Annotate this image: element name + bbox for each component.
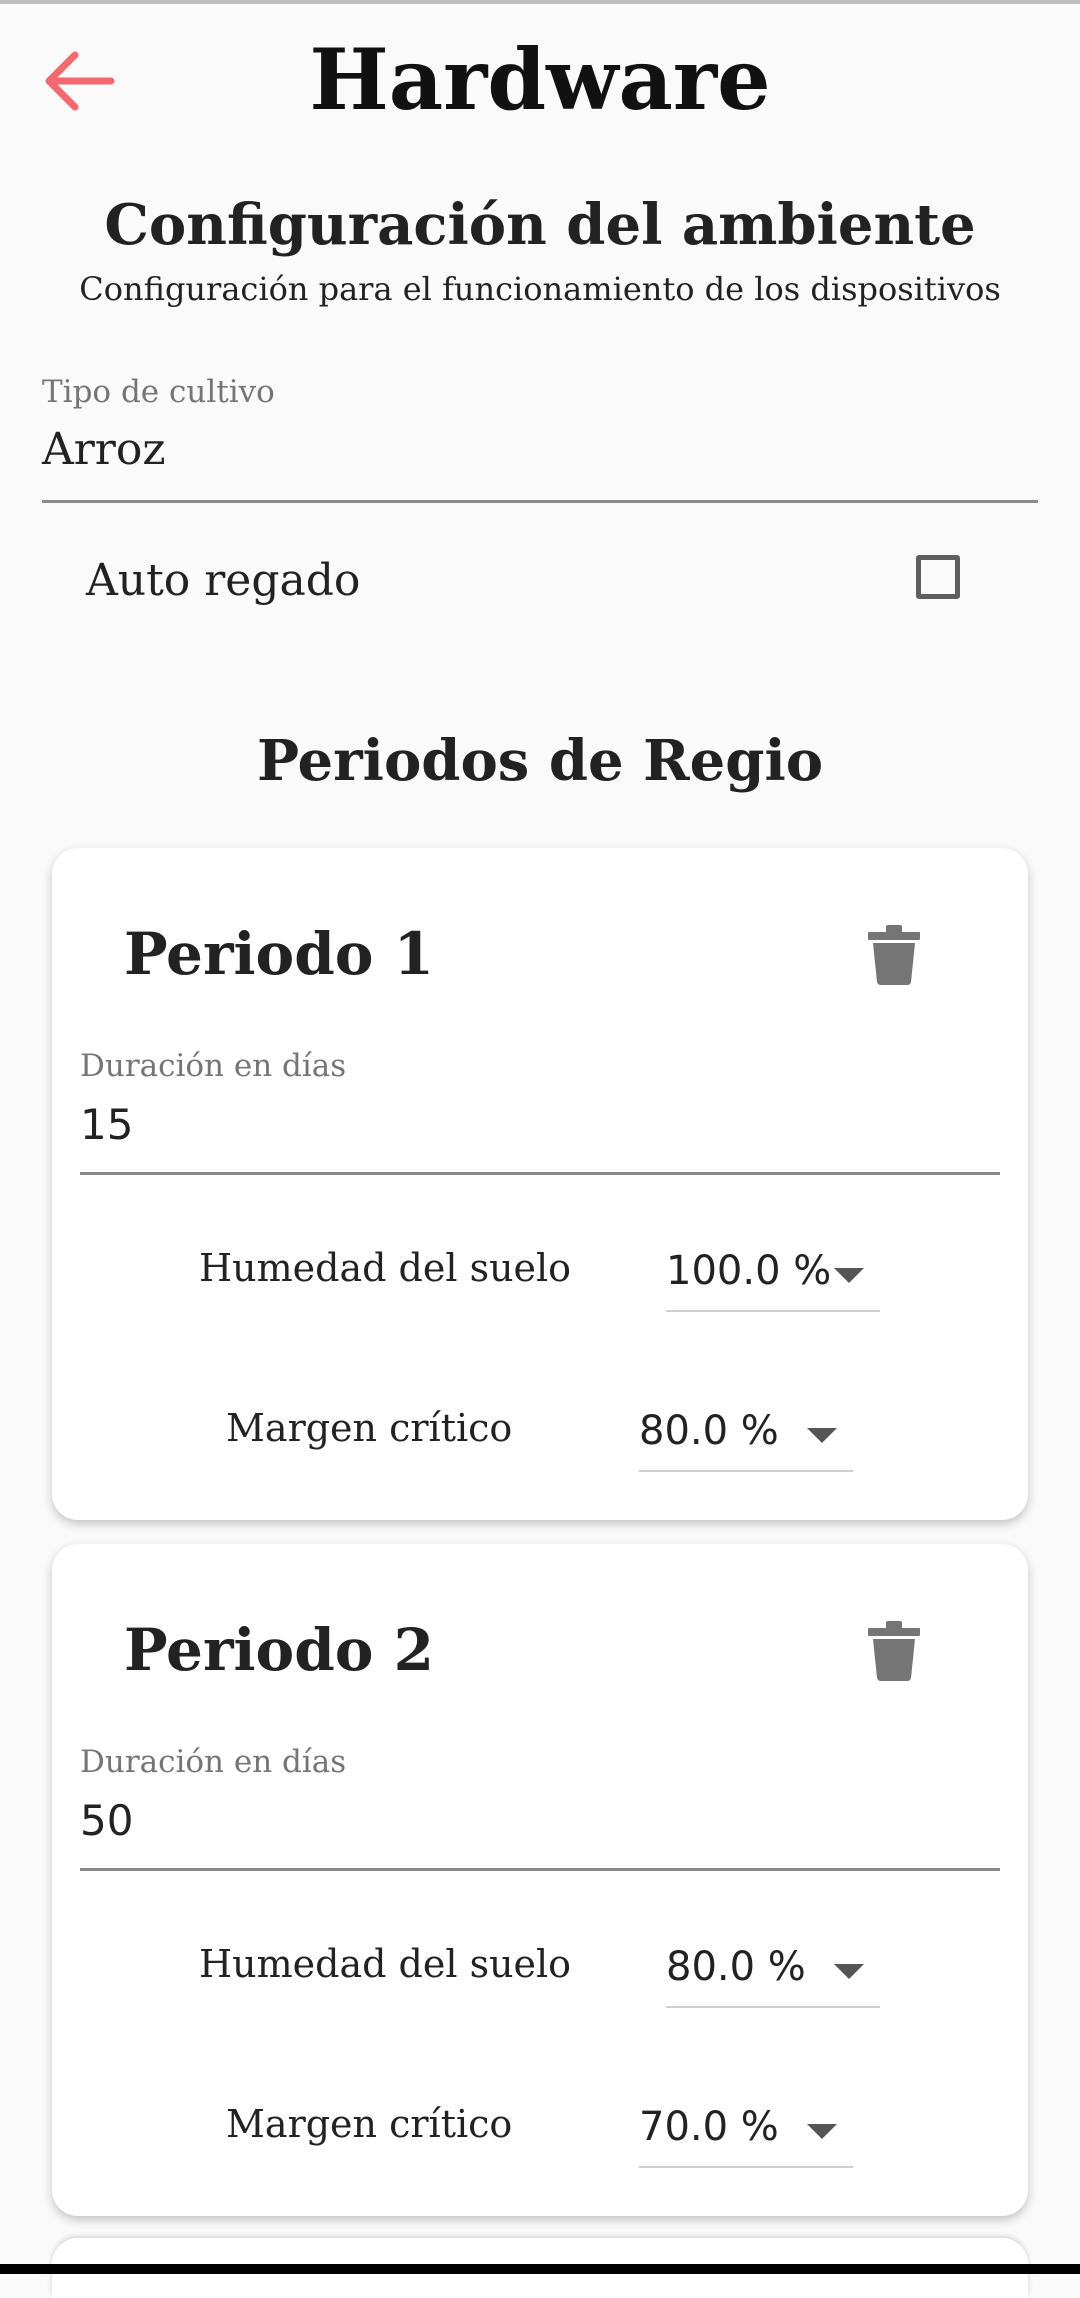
margin-dropdown[interactable]: 70.0 %	[639, 2096, 853, 2168]
duration-input[interactable]: 15	[80, 1100, 133, 1149]
margin-label: Margen crítico	[226, 2102, 513, 2146]
margin-value: 80.0 %	[639, 1408, 779, 1454]
auto-irrigation-label: Auto regado	[86, 555, 361, 606]
periods-title: Periodos de Regio	[256, 728, 824, 794]
auto-irrigation-checkbox[interactable]	[916, 555, 960, 599]
period-card: Periodo 2 Duración en días 50 Humedad de…	[52, 1544, 1028, 2216]
dropdown-arrow-icon	[834, 1268, 864, 1283]
duration-underline	[80, 1868, 1000, 1871]
section-title: Configuración del ambiente	[104, 192, 976, 258]
trash-icon	[868, 925, 920, 985]
margin-label: Margen crítico	[226, 1406, 513, 1450]
humidity-label: Humedad del suelo	[199, 1942, 572, 1986]
duration-label: Duración en días	[80, 1744, 347, 1780]
humidity-value: 100.0 %	[666, 1248, 832, 1294]
period-card: Periodo 1 Duración en días 15 Humedad de…	[52, 848, 1028, 1520]
dropdown-arrow-icon	[834, 1964, 864, 1979]
dropdown-arrow-icon	[807, 2124, 837, 2139]
humidity-label: Humedad del suelo	[199, 1246, 572, 1290]
period-title: Periodo 2	[124, 1616, 435, 1684]
dropdown-arrow-icon	[807, 1428, 837, 1443]
humidity-value: 80.0 %	[666, 1944, 806, 1990]
navigation-bar	[0, 2264, 1080, 2274]
duration-input[interactable]: 50	[80, 1796, 133, 1845]
crop-type-value[interactable]: Arroz	[42, 424, 166, 475]
duration-label: Duración en días	[80, 1048, 347, 1084]
margin-dropdown[interactable]: 80.0 %	[639, 1400, 853, 1472]
crop-type-label: Tipo de cultivo	[42, 374, 275, 410]
margin-value: 70.0 %	[639, 2104, 779, 2150]
delete-period-button[interactable]	[866, 924, 922, 986]
humidity-dropdown[interactable]: 100.0 %	[666, 1240, 880, 1312]
duration-underline	[80, 1172, 1000, 1175]
period-title: Periodo 1	[124, 920, 435, 988]
section-subtitle: Configuración para el funcionamiento de …	[79, 270, 1001, 308]
crop-type-underline	[42, 500, 1038, 503]
page-title: Hardware	[309, 30, 771, 129]
delete-period-button[interactable]	[866, 1620, 922, 1682]
humidity-dropdown[interactable]: 80.0 %	[666, 1936, 880, 2008]
status-divider	[0, 0, 1080, 4]
trash-icon	[868, 1621, 920, 1681]
